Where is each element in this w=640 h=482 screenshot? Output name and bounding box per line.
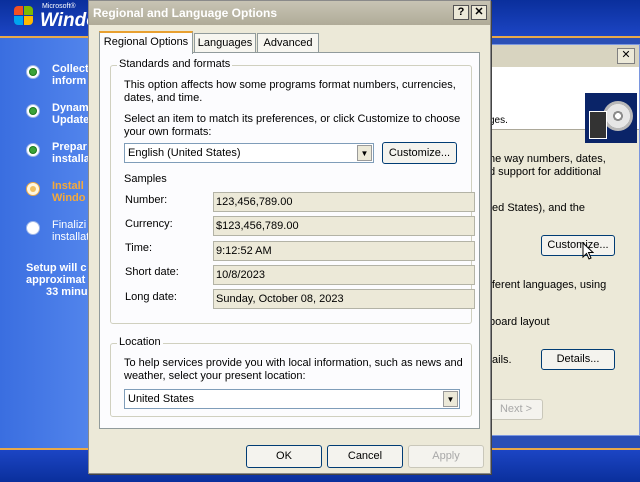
details-button[interactable]: Details...: [541, 349, 615, 370]
close-icon[interactable]: ✕: [617, 48, 635, 64]
format-select-value: English (United States): [128, 147, 241, 159]
location-select-value: United States: [128, 393, 195, 405]
mouse-cursor-icon: [582, 242, 594, 260]
setup-cd-icon: [585, 93, 637, 143]
standards-instructions: Select an item to match its preferences,…: [124, 113, 461, 125]
header-text: ges.: [489, 115, 508, 126]
tab-languages[interactable]: Languages: [194, 33, 256, 53]
back-text: board layout: [489, 316, 550, 328]
step-label: Windo: [52, 192, 86, 204]
chevron-down-icon[interactable]: ▼: [357, 145, 372, 161]
back-text: d support for additional: [489, 166, 601, 178]
windows-flag-icon: [14, 6, 34, 26]
group-title: Location: [117, 336, 163, 348]
back-text: fferent languages, using: [489, 279, 607, 291]
group-title: Standards and formats: [117, 58, 233, 70]
standards-description: This option affects how some programs fo…: [124, 79, 456, 91]
samples-label: Samples: [124, 173, 167, 185]
location-group: Location To help services provide you wi…: [110, 336, 472, 417]
back-dialog-header: ges.: [489, 67, 639, 143]
step-label: Finalizi: [52, 219, 87, 231]
regional-options-panel: Standards and formats This option affect…: [99, 52, 480, 429]
sample-time-label: Time:: [125, 242, 153, 254]
sample-number-value: 123,456,789.00: [213, 192, 475, 212]
location-description: To help services provide you with local …: [124, 357, 463, 369]
logo-microsoft-text: Microsoft®: [42, 3, 76, 10]
apply-button[interactable]: Apply: [408, 445, 484, 468]
dialog-titlebar[interactable]: Regional and Language Options ? ✕: [89, 1, 490, 25]
sample-long-date-value: Sunday, October 08, 2023: [213, 289, 475, 309]
tab-regional-options[interactable]: Regional Options: [99, 31, 193, 54]
sample-short-date-value: 10/8/2023: [213, 265, 475, 285]
sample-currency-value: $123,456,789.00: [213, 216, 475, 236]
step-label: inform: [52, 75, 87, 87]
location-description: weather, select your present location:: [124, 370, 306, 382]
step-label: Install: [52, 180, 84, 192]
step-complete-icon: [26, 104, 40, 118]
step-label: Update: [52, 114, 90, 126]
standards-instructions: your own formats:: [124, 126, 212, 138]
sample-short-date-label: Short date:: [125, 266, 179, 278]
sample-currency-label: Currency:: [125, 218, 173, 230]
standards-description: dates, and time.: [124, 92, 203, 104]
help-icon[interactable]: ?: [453, 5, 469, 20]
sample-long-date-label: Long date:: [125, 291, 177, 303]
ok-button[interactable]: OK: [246, 445, 322, 468]
standards-formats-group: Standards and formats This option affect…: [110, 58, 475, 324]
next-button[interactable]: Next >: [489, 399, 543, 420]
step-complete-icon: [26, 143, 40, 157]
back-text: tails.: [489, 354, 512, 366]
step-label: installa: [52, 153, 90, 165]
close-icon[interactable]: ✕: [471, 5, 487, 20]
back-text: he way numbers, dates,: [489, 153, 606, 165]
sample-number-label: Number:: [125, 194, 168, 206]
step-pending-icon: [26, 221, 40, 235]
step-complete-icon: [26, 65, 40, 79]
customize-button[interactable]: Customize...: [382, 142, 457, 164]
step-current-icon: [26, 182, 40, 196]
cancel-button[interactable]: Cancel: [327, 445, 403, 468]
back-text: ted States), and the: [489, 202, 586, 214]
tab-advanced[interactable]: Advanced: [257, 33, 319, 53]
step-label: Collect: [52, 63, 89, 75]
chevron-down-icon[interactable]: ▼: [443, 391, 458, 407]
step-label: Prepar: [52, 141, 87, 153]
customize-button-behind[interactable]: Customize...: [541, 235, 615, 256]
step-label: installat: [52, 231, 90, 243]
regional-language-options-dialog: Regional and Language Options ? ✕ Region…: [88, 0, 491, 474]
format-select[interactable]: English (United States) ▼: [124, 143, 374, 163]
dialog-title: Regional and Language Options: [93, 6, 278, 20]
location-select[interactable]: United States ▼: [124, 389, 460, 409]
step-label: Dynam: [52, 102, 89, 114]
sample-time-value: 9:12:52 AM: [213, 241, 475, 261]
setup-regional-dialog: ✕ ges. he way numbers, dates, d support …: [488, 44, 640, 436]
back-dialog-titlebar: ✕: [489, 45, 639, 67]
